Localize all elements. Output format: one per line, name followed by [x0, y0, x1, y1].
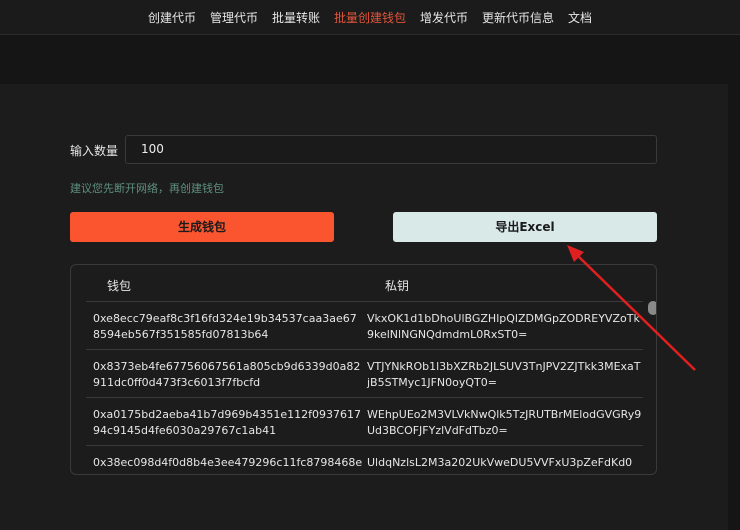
wallet-table: 钱包 私钥 0xe8ecc79eaf8c3f16fd324e19b34537ca…	[70, 264, 657, 475]
generate-wallet-button[interactable]: 生成钱包	[70, 212, 334, 242]
nav-docs[interactable]: 文档	[568, 9, 592, 26]
nav-create-token[interactable]: 创建代币	[148, 9, 196, 26]
private-key: UldqNzlsL2M3a202UkVweDU5VVFxU3pZeFdKd0	[367, 456, 633, 469]
table-row: 0x8373eb4fe67756067561a805cb9d6339d0a829…	[86, 350, 643, 398]
private-key: VkxOK1d1bDhoUlBGZHlpQlZDMGpZODREYVZoTk9k…	[367, 312, 640, 341]
table-row: 0xa0175bd2aeba41b7d969b4351e112f09376179…	[86, 398, 643, 446]
quantity-label: 输入数量	[70, 144, 119, 158]
header-private-key: 私钥	[385, 279, 410, 293]
table-row: 0x38ec098d4f0d8b4e3ee479296c11fc8798468e…	[86, 446, 643, 474]
wallet-address: 0x38ec098d4f0d8b4e3ee479296c11fc8798468e…	[93, 456, 363, 474]
nav-update-token-info[interactable]: 更新代币信息	[482, 9, 554, 26]
wallet-address: 0xe8ecc79eaf8c3f16fd324e19b34537caa3ae67…	[93, 312, 357, 341]
nav-manage-token[interactable]: 管理代币	[210, 9, 258, 26]
header-wallet: 钱包	[107, 279, 132, 293]
nav-batch-transfer[interactable]: 批量转账	[272, 9, 320, 26]
private-key: WEhpUEo2M3VLVkNwQlk5TzJRUTBrMElodGVGRy9U…	[367, 408, 642, 437]
export-excel-button[interactable]: 导出Excel	[393, 212, 657, 242]
top-nav: 创建代币 管理代币 批量转账 批量创建钱包 增发代币 更新代币信息 文档	[0, 0, 740, 35]
nav-batch-create-wallet[interactable]: 批量创建钱包	[334, 9, 406, 26]
hint-text: 建议您先断开网络，再创建钱包	[70, 182, 224, 195]
private-key: VTJYNkROb1l3bXZRb2JLSUV3TnJPV2ZJTkk3MExa…	[367, 360, 641, 389]
scrollbar-thumb[interactable]	[648, 301, 656, 315]
wallet-address: 0xa0175bd2aeba41b7d969b4351e112f09376179…	[93, 408, 361, 437]
wallet-address: 0x8373eb4fe67756067561a805cb9d6339d0a829…	[93, 360, 361, 389]
nav-mint-token[interactable]: 增发代币	[420, 9, 468, 26]
quantity-input[interactable]: 100	[125, 135, 657, 164]
table-row: 0xe8ecc79eaf8c3f16fd324e19b34537caa3ae67…	[86, 302, 643, 350]
